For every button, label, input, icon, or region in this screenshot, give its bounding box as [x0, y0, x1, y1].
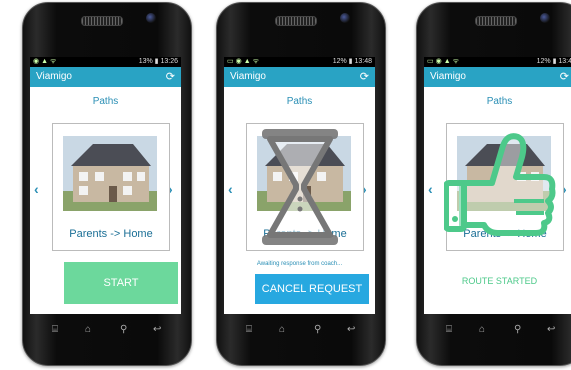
front-camera — [146, 13, 156, 23]
house-photo — [63, 136, 157, 211]
app-title: Viamigo — [430, 71, 466, 82]
app-bar: Viamigo ⟳ — [224, 67, 375, 87]
chevron-left-icon[interactable]: ‹ — [428, 181, 433, 197]
home-key-icon[interactable]: ⌂ — [85, 324, 91, 335]
phone-route-started: ▭◉▲ᯤ 12% ▮ 13:4 Viamigo ⟳ Paths ‹ › Pare… — [410, 2, 571, 366]
screen: ▭◉▲ᯤ 12% ▮ 13:48 Viamigo ⟳ Paths ‹ › Par… — [224, 57, 375, 314]
chevron-left-icon[interactable]: ‹ — [34, 181, 39, 197]
phone-waiting: ▭◉▲ᯤ 12% ▮ 13:48 Viamigo ⟳ Paths ‹ › Par… — [210, 2, 389, 366]
home-key-icon[interactable]: ⌂ — [279, 324, 285, 335]
app-bar: Viamigo ⟳ — [30, 67, 181, 87]
menu-key-icon[interactable]: ⌸ — [446, 324, 452, 335]
speaker-grille — [475, 16, 517, 26]
app-bar: Viamigo ⟳ — [424, 67, 571, 87]
awaiting-response-text: Awaiting response from coach... — [256, 261, 343, 267]
screen: ▭◉▲ᯤ 12% ▮ 13:4 Viamigo ⟳ Paths ‹ › Pare… — [424, 57, 571, 314]
back-key-icon[interactable]: ↩ — [547, 324, 555, 335]
cancel-request-button[interactable]: CANCEL REQUEST — [255, 274, 369, 304]
front-camera — [540, 13, 550, 23]
hourglass-icon — [262, 129, 338, 245]
search-key-icon[interactable]: ⚲ — [120, 324, 127, 335]
search-key-icon[interactable]: ⚲ — [314, 324, 321, 335]
status-icons: ▭◉▲ᯤ — [427, 58, 462, 65]
speaker-grille — [81, 16, 123, 26]
app-title: Viamigo — [230, 71, 266, 82]
sync-icon[interactable]: ⟳ — [360, 67, 369, 87]
back-key-icon[interactable]: ↩ — [153, 324, 161, 335]
route-card[interactable]: Parents -> Home — [52, 123, 170, 251]
status-bar: ▭◉▲ᯤ 12% ▮ 13:48 — [224, 57, 375, 67]
status-icons: ◉▲ᯤ — [33, 58, 59, 65]
menu-key-icon[interactable]: ⌸ — [246, 324, 252, 335]
thumbs-up-icon — [444, 133, 556, 236]
section-title: Paths — [92, 96, 119, 107]
search-key-icon[interactable]: ⚲ — [514, 324, 521, 335]
status-bar: ▭◉▲ᯤ 12% ▮ 13:4 — [424, 57, 571, 67]
back-key-icon[interactable]: ↩ — [347, 324, 355, 335]
nav-keys: ⌸ ⌂ ⚲ ↩ — [224, 324, 375, 342]
nav-keys: ⌸ ⌂ ⚲ ↩ — [424, 324, 571, 342]
sync-icon[interactable]: ⟳ — [560, 67, 569, 87]
status-battery-time: 13% ▮ 13:26 — [138, 58, 178, 65]
status-battery-time: 12% ▮ 13:4 — [536, 58, 571, 65]
status-battery-time: 12% ▮ 13:48 — [332, 58, 372, 65]
screen: ◉▲ᯤ 13% ▮ 13:26 Viamigo ⟳ Paths ‹ › Pare… — [30, 57, 181, 314]
app-title: Viamigo — [36, 71, 72, 82]
chevron-left-icon[interactable]: ‹ — [228, 181, 233, 197]
section-title: Paths — [286, 96, 313, 107]
route-started-text: ROUTE STARTED — [461, 276, 538, 286]
status-icons: ▭◉▲ᯤ — [227, 58, 262, 65]
status-bar: ◉▲ᯤ 13% ▮ 13:26 — [30, 57, 181, 67]
speaker-grille — [275, 16, 317, 26]
menu-key-icon[interactable]: ⌸ — [52, 324, 58, 335]
nav-keys: ⌸ ⌂ ⚲ ↩ — [30, 324, 181, 342]
section-title: Paths — [486, 96, 513, 107]
sync-icon[interactable]: ⟳ — [166, 67, 175, 87]
route-label: Parents -> Home — [69, 228, 153, 240]
front-camera — [340, 13, 350, 23]
start-button[interactable]: START — [64, 262, 178, 304]
phone-start: ◉▲ᯤ 13% ▮ 13:26 Viamigo ⟳ Paths ‹ › Pare… — [16, 2, 195, 366]
home-key-icon[interactable]: ⌂ — [479, 324, 485, 335]
